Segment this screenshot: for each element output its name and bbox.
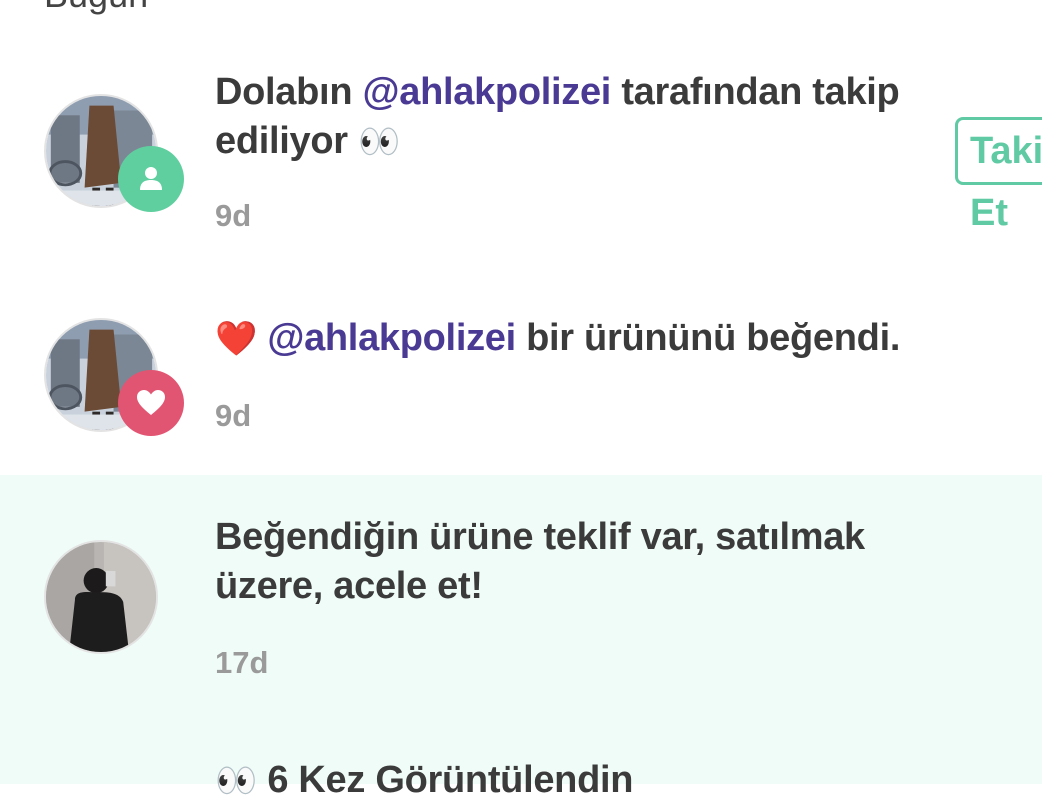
notification-views[interactable]: 👀 6 Kez Görüntülendin	[215, 756, 975, 806]
user-icon	[140, 167, 162, 190]
eyes-icon: 👀	[358, 123, 401, 162]
notification-text: Beğendiğin ürüne teklif var, satılmak üz…	[215, 516, 865, 607]
heart-icon	[137, 390, 165, 415]
notification-follow[interactable]: Dolabın @ahlakpolizei tarafından takip e…	[0, 60, 1042, 290]
follow-button[interactable]: Takip Et	[955, 117, 1042, 234]
section-header: Bugün	[44, 0, 148, 16]
heart-badge	[118, 370, 184, 436]
timestamp: 17d	[215, 645, 269, 680]
avatar[interactable]	[44, 540, 158, 654]
avatar-photo	[46, 542, 156, 652]
views-text: 6 Kez Görüntülendin	[267, 759, 634, 801]
user-badge	[118, 146, 184, 212]
text-prefix: Dolabın	[215, 71, 363, 113]
notification-like[interactable]: ❤️ @ahlakpolizei bir ürününü beğendi. 9d	[0, 290, 1042, 475]
mention-link[interactable]: @ahlakpolizei	[267, 317, 516, 359]
notification-text: Dolabın @ahlakpolizei tarafından takip e…	[215, 68, 955, 167]
red-heart-icon: ❤️	[215, 320, 258, 359]
mention-link[interactable]: @ahlakpolizei	[363, 71, 612, 113]
notification-text: ❤️ @ahlakpolizei bir ürününü beğendi.	[215, 314, 1015, 364]
notification-offer[interactable]: Beğendiğin ürüne teklif var, satılmak üz…	[0, 475, 1042, 784]
text-suffix: bir ürününü beğendi.	[515, 317, 901, 359]
eyes-icon: 👀	[215, 762, 258, 801]
timestamp: 9d	[215, 398, 252, 433]
timestamp: 9d	[215, 198, 252, 233]
